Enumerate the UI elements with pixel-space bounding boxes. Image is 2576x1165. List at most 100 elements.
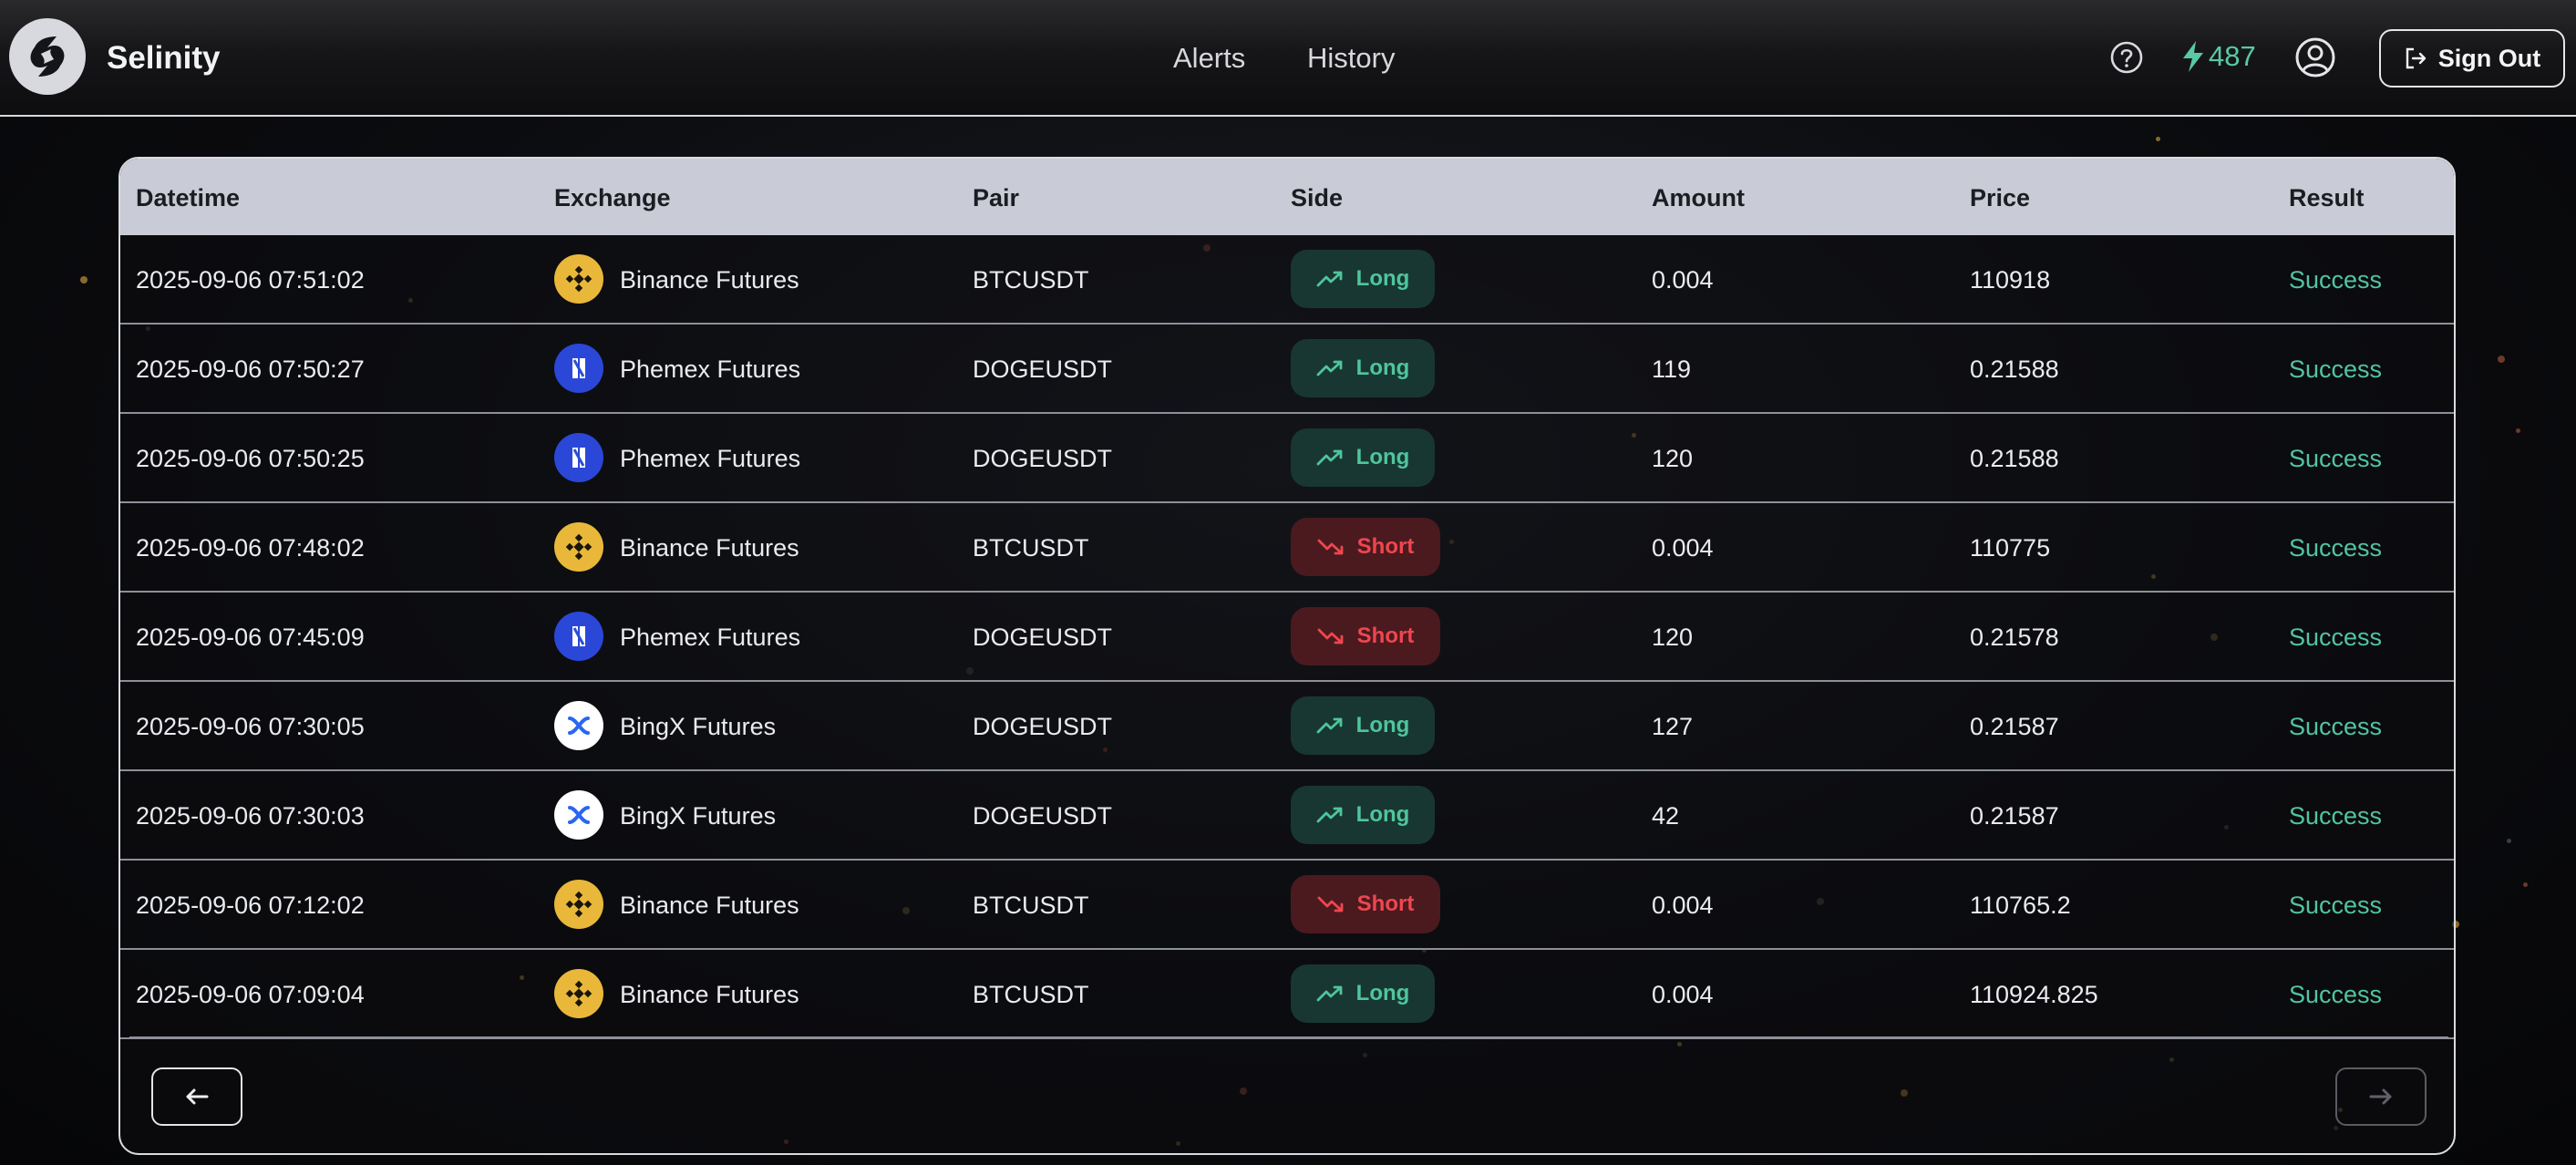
- table-row[interactable]: 2025-09-06 07:45:09 Phemex Futures DOGEUSD…: [120, 593, 2454, 682]
- particle: [2523, 882, 2528, 887]
- pair-cell: BTCUSDT: [973, 981, 1089, 1008]
- pair-cell: BTCUSDT: [973, 892, 1089, 919]
- pair-cell: BTCUSDT: [973, 266, 1089, 294]
- price-cell: 0.21578: [1970, 624, 2059, 651]
- datetime-cell: 2025-09-06 07:12:02: [136, 892, 365, 919]
- selinity-logo-icon[interactable]: [9, 18, 86, 95]
- amount-cell: 0.004: [1652, 892, 1714, 919]
- side-label: Long: [1355, 266, 1410, 291]
- exchange-cell: Phemex Futures: [620, 356, 801, 383]
- pair-cell: DOGEUSDT: [973, 624, 1113, 651]
- table-row[interactable]: 2025-09-06 07:30:05 BingX Futures DOGEUSDT…: [120, 682, 2454, 771]
- credits-counter: 487: [2181, 40, 2256, 73]
- table-row[interactable]: 2025-09-06 07:50:25 Phemex Futures DOGEUSD…: [120, 414, 2454, 503]
- table-row[interactable]: 2025-09-06 07:12:02 Binance Futures BTCUSD…: [120, 861, 2454, 950]
- trending-up-icon: [1316, 449, 1343, 466]
- table-row[interactable]: 2025-09-06 07:50:27 Phemex Futures DOGEUSD…: [120, 325, 2454, 414]
- side-badge: Short: [1291, 875, 1440, 933]
- particle: [2498, 356, 2505, 363]
- sign-out-button[interactable]: Sign Out: [2379, 29, 2565, 88]
- exchange-cell: Binance Futures: [620, 892, 799, 919]
- trending-up-icon: [1316, 717, 1343, 734]
- side-badge: Long: [1291, 428, 1435, 487]
- column-header-datetime: Datetime: [136, 184, 241, 211]
- previous-page-button[interactable]: [151, 1067, 242, 1126]
- history-table-card: Datetime Exchange Pair Side Amount Price…: [118, 157, 2456, 1155]
- price-cell: 110924.825: [1970, 981, 2098, 1008]
- side-badge: Short: [1291, 518, 1440, 576]
- amount-cell: 120: [1652, 624, 1694, 651]
- exchange-cell: BingX Futures: [620, 713, 777, 740]
- binance-icon: [554, 522, 603, 572]
- side-label: Long: [1355, 713, 1410, 737]
- arrow-left-icon: [186, 1088, 209, 1105]
- price-cell: 0.21587: [1970, 802, 2059, 830]
- result-cell: Success: [2289, 802, 2383, 830]
- table-row[interactable]: 2025-09-06 07:30:03 BingX Futures DOGEUSDT…: [120, 771, 2454, 861]
- binance-icon: [554, 254, 603, 304]
- arrow-right-icon: [2369, 1088, 2392, 1105]
- price-cell: 0.21588: [1970, 445, 2059, 472]
- table-row[interactable]: 2025-09-06 07:09:04 Binance Futures BTCUSD…: [120, 950, 2454, 1039]
- exchange-cell: Binance Futures: [620, 981, 799, 1008]
- phemex-icon: [554, 344, 603, 393]
- exchange-cell: Binance Futures: [620, 266, 799, 294]
- nav-history[interactable]: History: [1307, 42, 1395, 75]
- help-icon[interactable]: [2109, 40, 2144, 75]
- credits-value: 487: [2209, 40, 2256, 72]
- next-page-button[interactable]: [2335, 1067, 2427, 1126]
- amount-cell: 42: [1652, 802, 1680, 830]
- column-header-price: Price: [1970, 184, 2031, 211]
- pair-cell: DOGEUSDT: [973, 356, 1113, 383]
- logout-icon: [2406, 47, 2426, 69]
- side-label: Long: [1355, 802, 1410, 827]
- price-cell: 110918: [1970, 266, 2051, 294]
- lightning-icon: [2183, 41, 2203, 72]
- result-cell: Success: [2289, 981, 2383, 1008]
- column-header-result: Result: [2289, 184, 2365, 211]
- exchange-cell: Phemex Futures: [620, 624, 801, 651]
- particle: [80, 276, 88, 284]
- side-badge: Long: [1291, 250, 1435, 308]
- result-cell: Success: [2289, 356, 2383, 383]
- top-navbar: Selinity Alerts History 487 Sign Out: [0, 0, 2576, 117]
- particle: [2516, 428, 2520, 433]
- pair-cell: DOGEUSDT: [973, 445, 1113, 472]
- table-row[interactable]: 2025-09-06 07:51:02 Binance Futures BTCUSD…: [120, 235, 2454, 325]
- trending-up-icon: [1316, 271, 1343, 287]
- side-badge: Long: [1291, 964, 1435, 1023]
- datetime-cell: 2025-09-06 07:30:05: [136, 713, 365, 740]
- table-footer-divider: [129, 1036, 2448, 1038]
- table-header: Datetime Exchange Pair Side Amount Price…: [120, 159, 2454, 235]
- amount-cell: 127: [1652, 713, 1694, 740]
- amount-cell: 119: [1652, 356, 1692, 383]
- user-profile-icon[interactable]: [2294, 36, 2336, 78]
- bingx-icon: [554, 790, 603, 840]
- column-header-amount: Amount: [1652, 184, 1745, 211]
- particle: [2156, 137, 2160, 141]
- side-label: Short: [1356, 892, 1415, 916]
- datetime-cell: 2025-09-06 07:50:27: [136, 356, 365, 383]
- phemex-icon: [554, 433, 603, 482]
- binance-icon: [554, 880, 603, 929]
- side-badge: Long: [1291, 696, 1435, 755]
- side-badge: Short: [1291, 607, 1440, 665]
- datetime-cell: 2025-09-06 07:09:04: [136, 981, 365, 1008]
- pair-cell: BTCUSDT: [973, 534, 1089, 562]
- column-header-exchange: Exchange: [554, 184, 671, 211]
- result-cell: Success: [2289, 266, 2383, 294]
- datetime-cell: 2025-09-06 07:30:03: [136, 802, 365, 830]
- result-cell: Success: [2289, 624, 2383, 651]
- table-row[interactable]: 2025-09-06 07:48:02 Binance Futures BTCUSD…: [120, 503, 2454, 593]
- exchange-cell: Phemex Futures: [620, 445, 801, 472]
- result-cell: Success: [2289, 534, 2383, 562]
- phemex-icon: [554, 612, 603, 661]
- trending-down-icon: [1317, 628, 1344, 644]
- price-cell: 110765.2: [1970, 892, 2071, 919]
- trending-down-icon: [1317, 896, 1344, 912]
- column-header-pair: Pair: [973, 184, 1020, 211]
- price-cell: 110775: [1970, 534, 2051, 562]
- price-cell: 0.21588: [1970, 356, 2059, 383]
- sign-out-label: Sign Out: [2437, 44, 2541, 72]
- nav-alerts[interactable]: Alerts: [1173, 42, 1245, 75]
